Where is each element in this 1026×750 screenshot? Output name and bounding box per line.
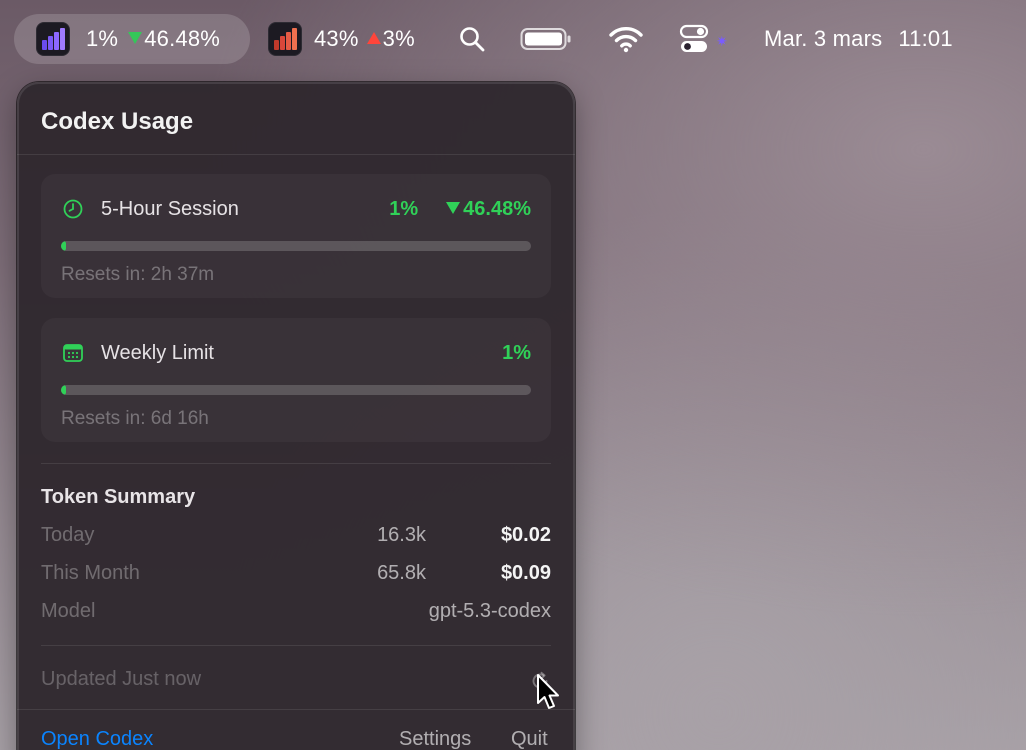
session-card: 5-Hour Session 1% 46.48% Resets in: 2h 3… <box>41 174 551 298</box>
menu-time: 11:01 <box>898 26 953 51</box>
menu-bar: 1% 46.48% 43% 3% ✷ Mar. 3 mars 11:01 <box>0 0 1026 78</box>
weekly-progress-fill <box>61 385 66 395</box>
menu-second-percent: 43% <box>314 26 359 51</box>
second-usage-menu-item[interactable]: 43% 3% <box>268 14 415 64</box>
model-row: Model gpt-5.3-codex <box>41 596 551 626</box>
section-divider <box>41 463 551 464</box>
codex-usage-popover: Codex Usage 5-Hour Session 1% 46.48% Res… <box>17 82 575 750</box>
refresh-icon[interactable] <box>527 668 553 694</box>
codex-usage-menu-item[interactable]: 1% 46.48% <box>14 14 250 64</box>
token-row-count: 16.3k <box>377 524 426 546</box>
calendar-icon <box>61 341 85 365</box>
updated-status: Updated Just now <box>41 668 202 690</box>
weekly-progress-bar <box>61 385 531 395</box>
token-row-month: This Month 65.8k $0.09 <box>41 558 551 588</box>
menu-session-percent: 1% <box>86 26 119 51</box>
title-divider <box>17 154 575 155</box>
trend-down-icon <box>446 202 461 214</box>
settings-button[interactable]: Settings <box>399 728 471 750</box>
footer-divider <box>17 709 575 710</box>
model-value: gpt-5.3-codex <box>428 600 551 622</box>
search-icon[interactable] <box>456 14 488 64</box>
token-row-count: 65.8k <box>377 562 426 584</box>
trend-down-icon <box>128 32 143 44</box>
session-delta: 46.48% <box>463 197 531 220</box>
battery-icon[interactable] <box>520 14 572 64</box>
menu-date: Mar. 3 mars <box>764 26 883 51</box>
weekly-label: Weekly Limit <box>101 341 214 364</box>
open-codex-link[interactable]: Open Codex <box>41 728 153 750</box>
control-center-icon[interactable]: ✷ <box>678 14 730 64</box>
session-progress-fill <box>61 241 66 251</box>
trend-up-icon <box>366 32 381 44</box>
token-summary-title: Token Summary <box>41 486 196 508</box>
token-row-today: Today 16.3k $0.02 <box>41 520 551 550</box>
weekly-percent: 1% <box>502 341 531 364</box>
session-reset-text: Resets in: 2h 37m <box>61 264 215 285</box>
token-row-label: This Month <box>41 562 140 584</box>
wifi-icon[interactable] <box>606 14 646 64</box>
weekly-reset-text: Resets in: 6d 16h <box>61 408 209 429</box>
session-label: 5-Hour Session <box>101 197 239 220</box>
quit-button[interactable]: Quit <box>511 728 548 750</box>
updated-divider <box>41 645 551 646</box>
session-progress-bar <box>61 241 531 251</box>
menu-session-delta: 46.48% <box>144 26 221 51</box>
usage-app-icon-red <box>268 22 302 56</box>
model-label: Model <box>41 600 96 622</box>
token-row-cost: $0.02 <box>500 524 551 546</box>
token-row-label: Today <box>41 524 95 546</box>
svg-text:✷: ✷ <box>716 34 728 50</box>
codex-usage-app-icon <box>36 22 70 56</box>
clock-icon <box>61 197 85 221</box>
menu-second-delta: 3% <box>382 26 415 51</box>
session-percent: 1% <box>389 197 419 220</box>
token-row-cost: $0.09 <box>500 562 551 584</box>
menu-clock[interactable]: Mar. 3 mars 11:01 <box>764 14 953 64</box>
weekly-card: Weekly Limit 1% Resets in: 6d 16h <box>41 318 551 442</box>
popover-title: Codex Usage <box>41 108 194 135</box>
